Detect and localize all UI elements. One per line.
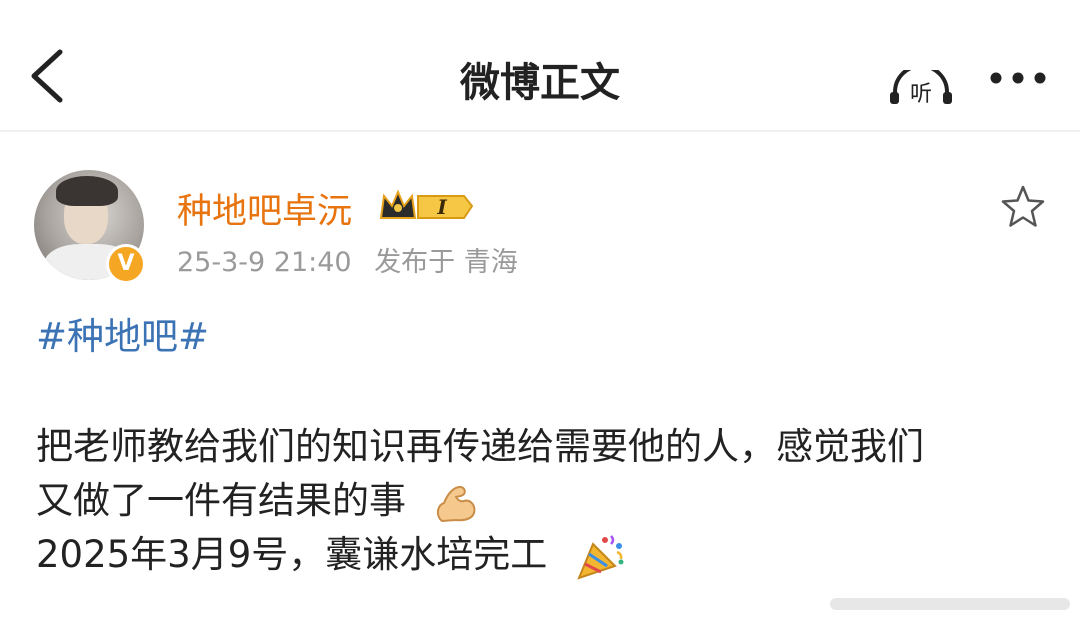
- post-meta: 25-3-9 21:40 发布于 青海: [177, 240, 518, 279]
- post-line-with-emoji: 又做了一件有结果的事: [36, 474, 924, 528]
- post-date: 25-3-9 21:40: [177, 247, 352, 278]
- hashtag-link[interactable]: #种地吧#: [36, 306, 209, 360]
- flexed-biceps-icon: [436, 485, 476, 522]
- party-popper-icon: [577, 534, 624, 580]
- verified-badge-icon: V: [106, 244, 146, 284]
- listen-button[interactable]: 听: [887, 70, 955, 104]
- post-line: 把老师教给我们的知识再传递给需要他的人，感觉我们: [36, 425, 924, 468]
- top-nav-bar: 微博正文 听: [0, 0, 1080, 132]
- listen-label: 听: [910, 82, 932, 104]
- post-line-text: 2025年3月9号，囊谦水培完工: [36, 533, 548, 576]
- star-outline-icon[interactable]: [999, 183, 1047, 231]
- watermark-icon: [830, 598, 1070, 610]
- crown-level-badge-icon: I: [379, 189, 474, 219]
- post-line-text: 又做了一件有结果的事: [36, 479, 406, 522]
- crown-level-label: I: [436, 195, 447, 219]
- more-dots-icon[interactable]: [988, 58, 1048, 98]
- post-line-with-emoji: 2025年3月9号，囊谦水培完工: [36, 528, 924, 582]
- author-name[interactable]: 种地吧卓沅: [177, 183, 352, 234]
- post-body: 把老师教给我们的知识再传递给需要他的人，感觉我们 又做了一件有结果的事 2025…: [36, 420, 924, 582]
- post-location: 发布于 青海: [374, 247, 518, 278]
